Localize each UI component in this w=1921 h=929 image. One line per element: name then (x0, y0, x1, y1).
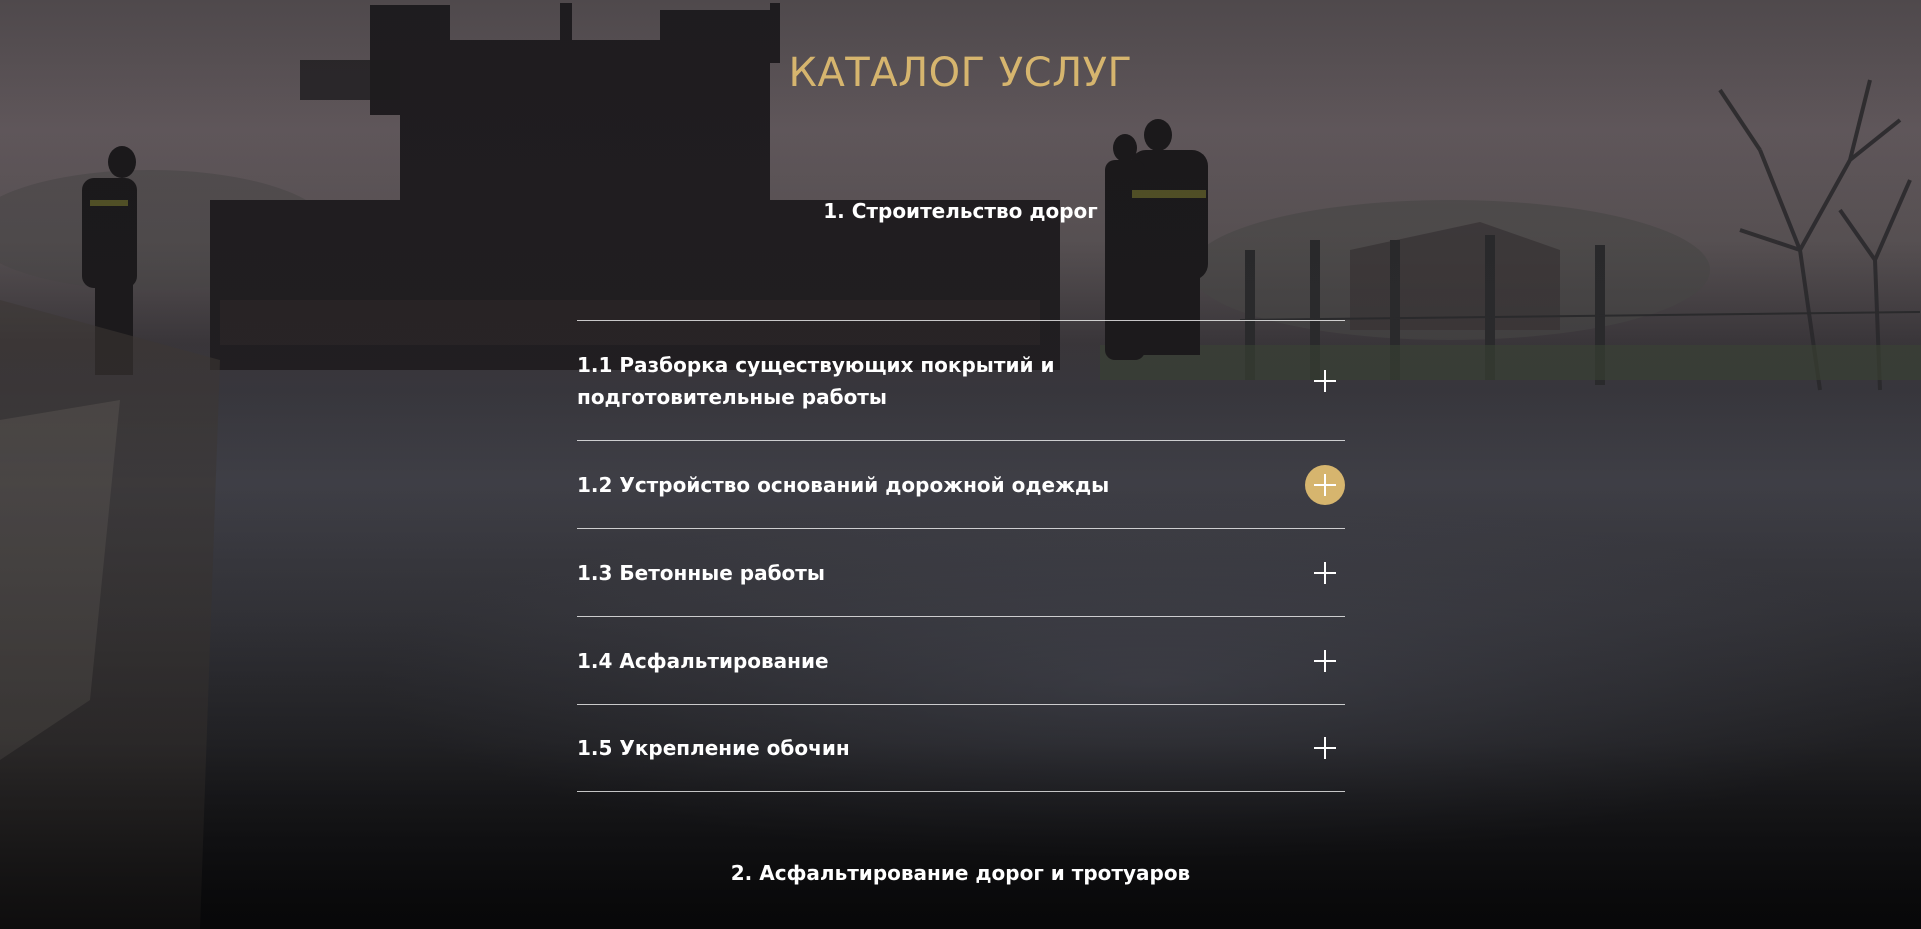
expand-button[interactable] (1305, 641, 1345, 681)
expand-button[interactable] (1305, 361, 1345, 401)
accordion-item-label: 1.5 Укрепление обочин (577, 736, 850, 760)
expand-button-active[interactable] (1305, 464, 1345, 505)
page: КАТАЛОГ УСЛУГ 1. Строительство дорог 1.1… (0, 0, 1921, 929)
plus-icon (1314, 649, 1336, 672)
plus-icon (1314, 737, 1336, 759)
accordion-item-label: 1.4 Асфальтирование (577, 648, 829, 673)
section-heading-asphalt-roads-sidewalks[interactable]: 2. Асфальтирование дорог и тротуаров (0, 861, 1921, 885)
accordion-item-1-4[interactable]: 1.4 Асфальтирование (577, 616, 1345, 704)
catalog-title: КАТАЛОГ УСЛУГ (788, 50, 1133, 96)
accordion-item-1-2[interactable]: 1.2 Устройство оснований дорожной одежды (577, 440, 1345, 528)
accordion-item-label: 1.1 Разборка существующих покрытий и под… (577, 352, 1055, 409)
accordion-road-construction: 1.1 Разборка существующих покрытий и под… (577, 320, 1345, 792)
accordion-item-1-3[interactable]: 1.3 Бетонные работы (577, 528, 1345, 616)
service-catalog: КАТАЛОГ УСЛУГ 1. Строительство дорог 1.1… (0, 0, 1921, 929)
plus-icon (1314, 473, 1336, 496)
accordion-item-1-1[interactable]: 1.1 Разборка существующих покрытий и под… (577, 320, 1345, 440)
expand-button[interactable] (1305, 728, 1345, 768)
accordion-item-label: 1.2 Устройство оснований дорожной одежды (577, 472, 1110, 497)
section-heading-road-construction[interactable]: 1. Строительство дорог (0, 199, 1921, 223)
accordion-item-1-5[interactable]: 1.5 Укрепление обочин (577, 704, 1345, 792)
plus-icon (1314, 561, 1336, 584)
accordion-item-label: 1.3 Бетонные работы (577, 560, 825, 585)
plus-icon (1314, 369, 1336, 392)
expand-button[interactable] (1305, 553, 1345, 593)
